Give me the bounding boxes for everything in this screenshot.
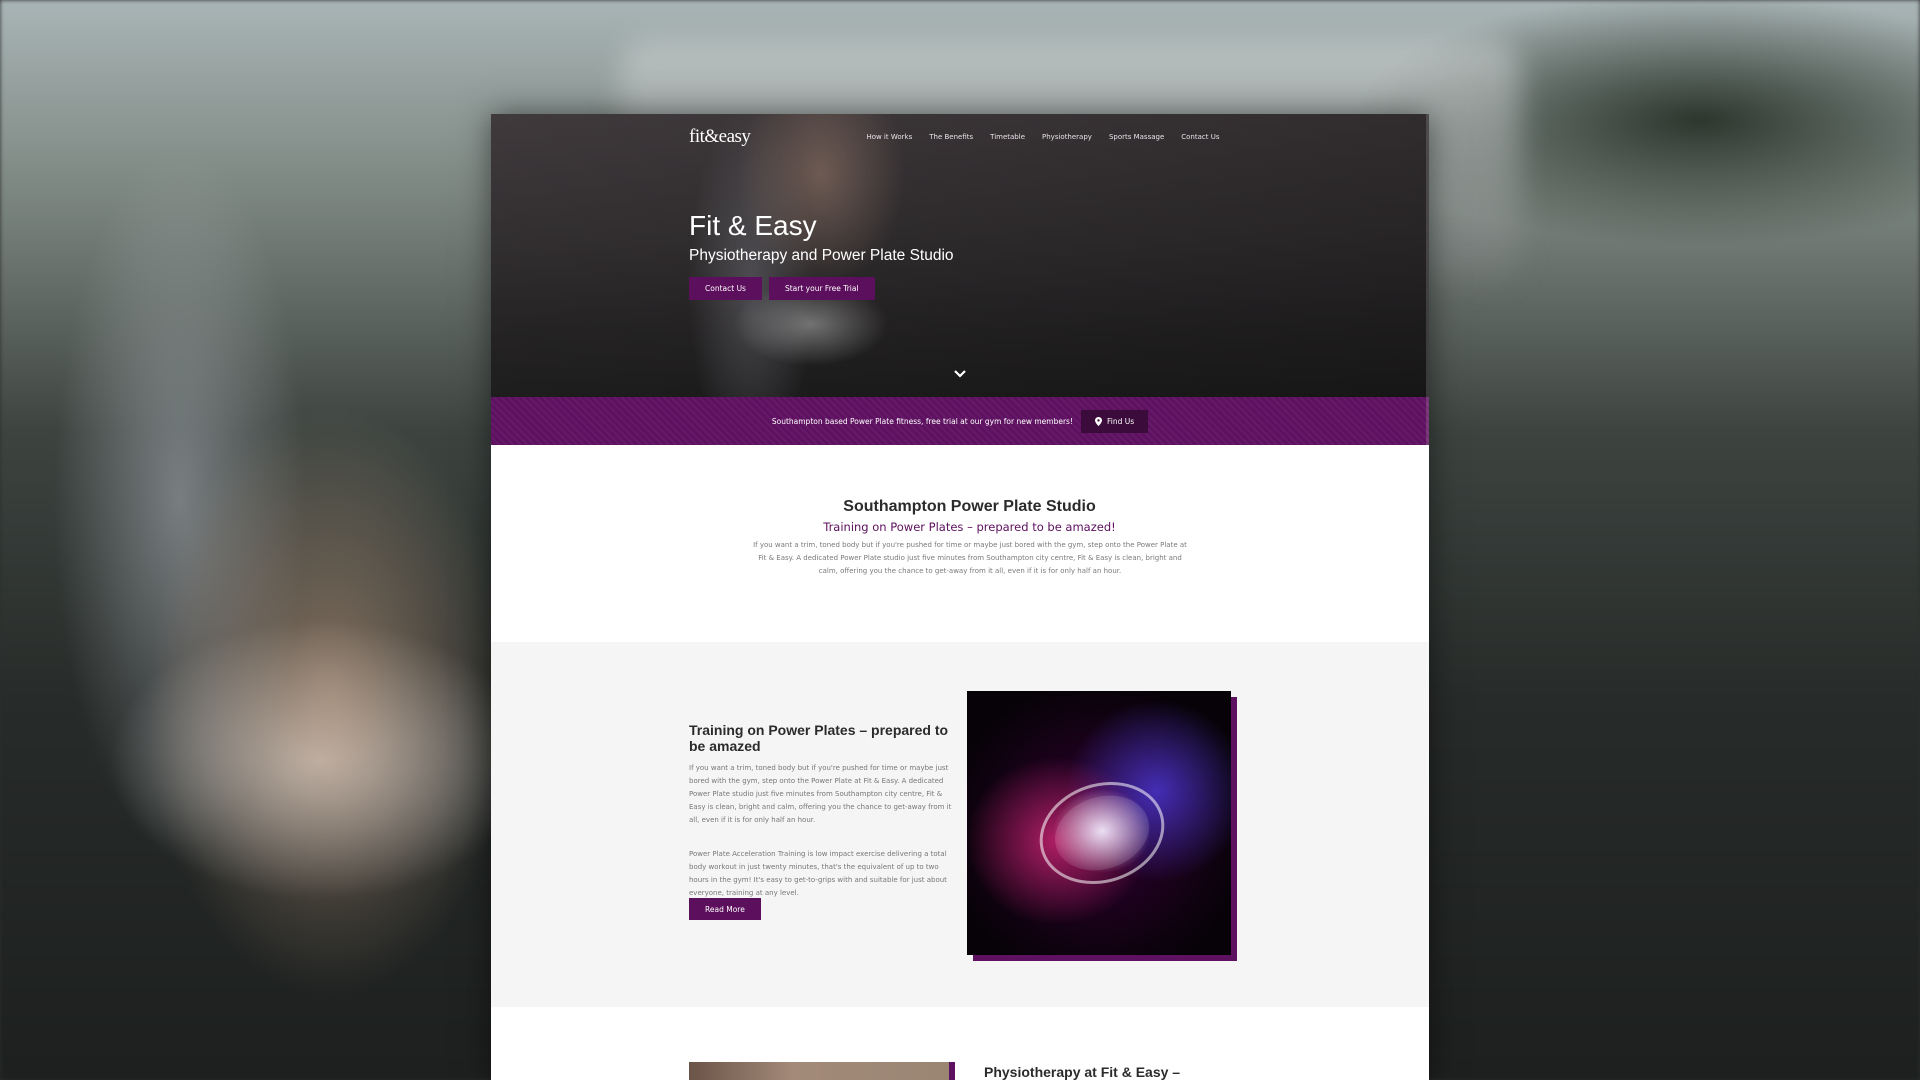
website-preview: fit&easy How it Works The Benefits Timet… <box>491 114 1429 1080</box>
intro-body: If you want a trim, toned body but if yo… <box>753 541 1187 575</box>
hero-section: fit&easy How it Works The Benefits Timet… <box>491 114 1429 397</box>
nav-link-contact-us[interactable]: Contact Us <box>1181 133 1219 141</box>
chevron-down-icon[interactable] <box>953 367 967 381</box>
power-plate-illustration <box>1039 781 1165 885</box>
physiotherapy-title: Physiotherapy at Fit & Easy – <box>984 1064 1181 1080</box>
hero-overlay <box>491 114 1429 397</box>
hero-buttons: Contact Us Start your Free Trial <box>689 277 875 300</box>
physiotherapy-section: Physiotherapy at Fit & Easy – <box>491 1007 1429 1080</box>
hero-subtitle: Physiotherapy and Power Plate Studio <box>689 247 954 264</box>
nav-link-how-it-works[interactable]: How it Works <box>866 133 912 141</box>
read-more-button[interactable]: Read More <box>689 898 761 920</box>
site-logo[interactable]: fit&easy <box>689 126 751 148</box>
feature-paragraph-1: If you want a trim, toned body but if yo… <box>689 764 952 824</box>
find-us-label: Find Us <box>1106 416 1135 426</box>
promo-banner: Southampton based Power Plate fitness, f… <box>491 397 1429 445</box>
nav-link-physiotherapy[interactable]: Physiotherapy <box>1042 133 1092 141</box>
free-trial-button[interactable]: Start your Free Trial <box>768 277 875 300</box>
physiotherapy-image <box>689 1062 955 1080</box>
map-pin-icon <box>1094 416 1102 426</box>
feature-paragraph-2: Power Plate Acceleration Training is low… <box>689 850 947 897</box>
find-us-button[interactable]: Find Us <box>1080 409 1149 433</box>
nav-links: How it Works The Benefits Timetable Phys… <box>866 133 1219 141</box>
power-plate-feature-section: Training on Power Plates – prepared to b… <box>491 642 1429 1007</box>
top-navigation: fit&easy How it Works The Benefits Timet… <box>689 122 1249 152</box>
intro-section: Southampton Power Plate Studio Training … <box>491 445 1429 642</box>
contact-us-button[interactable]: Contact Us <box>689 277 762 300</box>
nav-link-sports-massage[interactable]: Sports Massage <box>1109 133 1164 141</box>
nav-link-timetable[interactable]: Timetable <box>990 133 1025 141</box>
hero-title: Fit & Easy <box>689 210 817 241</box>
intro-title: Southampton Power Plate Studio <box>843 498 1096 515</box>
feature-title: Training on Power Plates – prepared to b… <box>689 722 949 754</box>
promo-text: Southampton based Power Plate fitness, f… <box>771 416 1073 426</box>
power-plate-image <box>967 691 1231 955</box>
nav-link-the-benefits[interactable]: The Benefits <box>929 133 973 141</box>
intro-subtitle: Training on Power Plates – prepared to b… <box>823 520 1116 534</box>
page-scrollbar[interactable] <box>1426 114 1429 1080</box>
